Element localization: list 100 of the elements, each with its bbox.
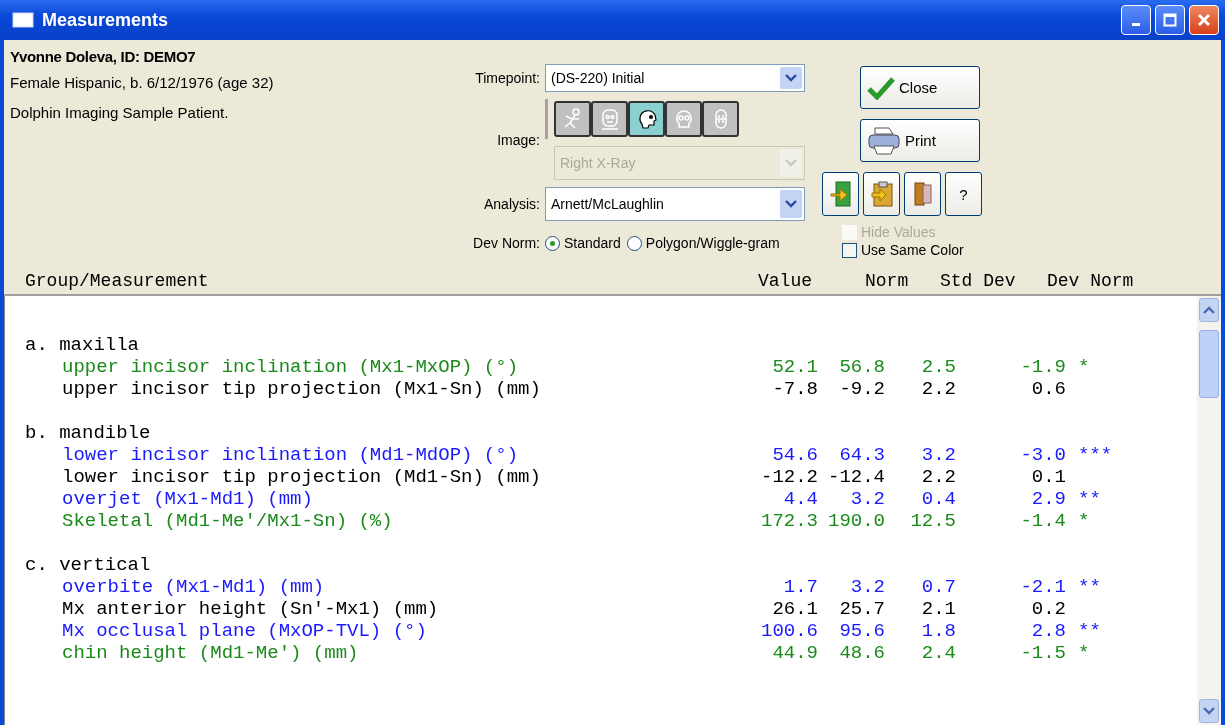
- patient-name: Yvonne Doleva, ID: DEMO7: [10, 48, 197, 65]
- export-button[interactable]: [822, 172, 859, 216]
- significance-stars: *: [1078, 356, 1090, 378]
- close-window-button[interactable]: [1189, 5, 1219, 35]
- std-dev-cell-text: 0.7: [920, 576, 956, 598]
- measurement-name: Mx occlusal plane (MxOP-TVL) (°): [62, 620, 428, 642]
- maximize-button[interactable]: [1155, 5, 1185, 35]
- vertical-scrollbar[interactable]: [1197, 296, 1221, 725]
- column-header[interactable]: Value: [758, 271, 812, 291]
- value-cell-text: -12.2: [760, 466, 818, 488]
- significance-stars: **: [1078, 620, 1101, 642]
- analysis-dropdown[interactable]: Arnett/McLaughlin: [545, 187, 805, 221]
- measurement-name: Mx anterior height (Sn'-Mx1) (mm): [62, 598, 440, 620]
- radio-button[interactable]: [626, 235, 642, 251]
- norm-cell-text: -12.4: [827, 466, 885, 488]
- measurement-name: Skeletal (Md1-Me'/Mx1-Sn) (%): [62, 510, 394, 532]
- group-label: c. vertical: [25, 554, 151, 576]
- measurement-name: upper incisor tip projection (Mx1-Sn) (mm): [62, 378, 542, 400]
- norm-cell-text: 3.2: [849, 488, 885, 510]
- dev-norm-cell-text: -1.4: [1019, 510, 1066, 532]
- checkbox-option[interactable]: Use Same Color: [842, 242, 964, 258]
- minimize-icon: [1132, 22, 1140, 26]
- clipboard-icon: [869, 181, 894, 207]
- timepoint-label: Timepoint:: [475, 70, 540, 86]
- significance-stars: **: [1078, 576, 1101, 598]
- std-dev-cell-text: 12.5: [909, 510, 956, 532]
- dev-norm-cell-text: 0.2: [1030, 598, 1066, 620]
- measurement-name: chin height (Md1-Me') (mm): [62, 642, 360, 664]
- std-dev-cell-text: 2.1: [920, 598, 956, 620]
- value-cell-text: 4.4: [782, 488, 818, 510]
- scroll-up-button[interactable]: [1199, 298, 1219, 322]
- norm-cell-text: 48.6: [838, 642, 885, 664]
- scroll-down-button[interactable]: [1199, 699, 1219, 723]
- std-dev-cell-text: 3.2: [920, 444, 956, 466]
- dev-norm-cell-text: 2.9: [1030, 488, 1066, 510]
- analysis-label: Analysis:: [483, 196, 540, 212]
- dev-norm-cell-text: -1.9: [1019, 356, 1066, 378]
- significance-stars: **: [1078, 488, 1101, 510]
- std-dev-cell-text: 2.2: [920, 378, 956, 400]
- norm-cell-text: 190.0: [827, 510, 885, 532]
- group-label: a. maxilla: [25, 334, 140, 356]
- printer-icon: [867, 125, 901, 156]
- dev-norm-cell-text: -1.5: [1019, 642, 1066, 664]
- dev-norm-cell-text: 0.1: [1030, 466, 1066, 488]
- std-dev-cell-text: 0.4: [920, 488, 956, 510]
- significance-stars: ***: [1078, 444, 1113, 466]
- std-dev-cell-text: 2.4: [920, 642, 956, 664]
- maximize-icon: [1163, 13, 1177, 27]
- std-dev-cell-text: 1.8: [920, 620, 956, 642]
- dev-norm-cell-text: 2.8: [1030, 620, 1066, 642]
- dev-norm-cell-text: -3.0: [1019, 444, 1066, 466]
- measurement-name: upper incisor inclination (Mx1-MxOP) (°): [62, 356, 520, 378]
- help-button[interactable]: ?: [945, 172, 982, 216]
- norm-cell-text: 95.6: [838, 620, 885, 642]
- image-label: Image:: [497, 131, 540, 148]
- book-icon: [911, 181, 934, 207]
- minimize-button[interactable]: [1121, 5, 1151, 35]
- radio-button[interactable]: [545, 235, 560, 251]
- measurement-name: lower incisor tip projection (Md1-Sn) (mm): [62, 466, 542, 488]
- norm-cell-text: -9.2: [838, 378, 885, 400]
- close-button[interactable]: Close: [860, 66, 980, 109]
- patient-note: Dolphin Imaging Sample Patient.: [10, 104, 230, 121]
- value-cell-text: 100.6: [760, 620, 818, 642]
- value-cell-text: 1.7: [782, 576, 818, 598]
- timepoint-dropdown[interactable]: (DS-220) Initial: [545, 64, 805, 92]
- column-header[interactable]: Dev Norm: [1047, 271, 1134, 291]
- norm-cell-text: 64.3: [838, 444, 885, 466]
- radio-option[interactable]: Polygon/Wiggle-gram: [626, 235, 780, 251]
- significance-stars: *: [1078, 642, 1090, 664]
- value-cell-text: 26.1: [771, 598, 818, 620]
- print-button[interactable]: Print: [860, 119, 980, 162]
- std-dev-cell-text: 2.5: [920, 356, 956, 378]
- value-cell-text: 172.3: [760, 510, 818, 532]
- column-header[interactable]: Norm: [865, 271, 909, 291]
- norm-cell-text: 25.7: [838, 598, 885, 620]
- window-title: Measurements: [42, 9, 170, 31]
- patient-details: Female Hispanic, b. 6/12/1976 (age 32): [10, 74, 275, 91]
- std-dev-cell-text: 2.2: [920, 466, 956, 488]
- column-header[interactable]: Group/Measurement: [25, 271, 209, 291]
- norm-cell-text: 56.8: [838, 356, 885, 378]
- caret-down-icon: [1203, 707, 1215, 715]
- export-icon: [829, 181, 852, 207]
- scroll-thumb[interactable]: [1199, 330, 1219, 398]
- significance-stars: *: [1078, 510, 1090, 532]
- measurement-name: overjet (Mx1-Md1) (mm): [62, 488, 314, 510]
- dev-norm-label: Dev Norm:: [473, 235, 540, 251]
- dev-norm-cell-text: 0.6: [1030, 378, 1066, 400]
- window-icon: [12, 12, 34, 28]
- paste-button[interactable]: [863, 172, 900, 216]
- column-header[interactable]: Std Dev: [940, 271, 1016, 291]
- value-cell-text: 52.1: [771, 356, 818, 378]
- value-cell-text: 54.6: [771, 444, 818, 466]
- measurement-name: overbite (Mx1-Md1) (mm): [62, 576, 326, 598]
- group-label: b. mandible: [25, 422, 151, 444]
- measurement-name: lower incisor inclination (Md1-MdOP) (°): [62, 444, 520, 466]
- caret-up-icon: [1203, 306, 1215, 314]
- checkbox[interactable]: [842, 242, 857, 258]
- close-icon: [1197, 13, 1211, 27]
- radio-option[interactable]: Standard: [545, 235, 621, 251]
- book-button[interactable]: [904, 172, 941, 216]
